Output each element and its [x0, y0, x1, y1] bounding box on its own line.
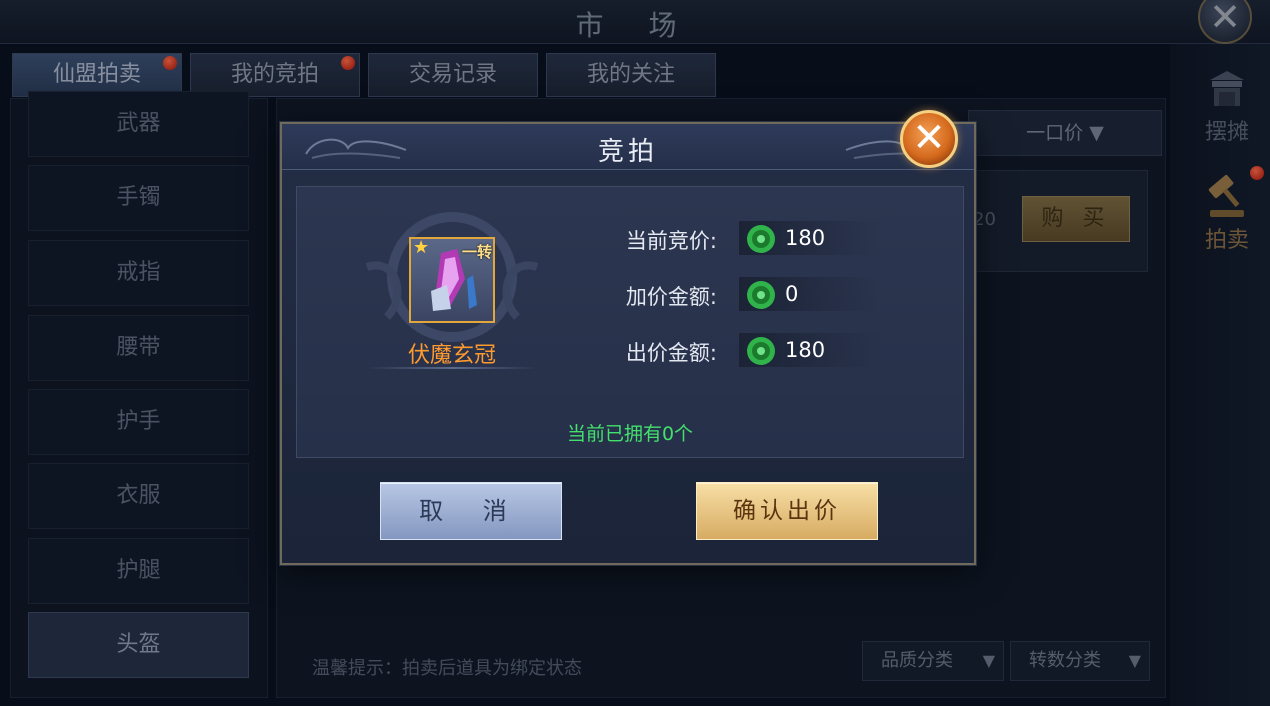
divider	[367, 367, 537, 369]
increment-value[interactable]: 0	[785, 282, 798, 306]
jade-coin-icon	[747, 281, 775, 309]
offer-value: 180	[785, 338, 826, 362]
current-bid-label: 当前竞价:	[625, 229, 717, 253]
dialog-body: ★ 一转 伏魔玄冠 当前竞价: 180 加价金额: 0 出价金额: 180 当前…	[296, 186, 964, 458]
close-icon: ✕	[912, 115, 946, 161]
dialog-header: 竞拍	[282, 124, 974, 170]
dialog-close-button[interactable]: ✕	[900, 110, 958, 168]
cancel-button[interactable]: 取 消	[380, 482, 562, 540]
item-icon-slot[interactable]: ★ 一转	[409, 237, 495, 323]
offer-label: 出价金额:	[625, 341, 717, 365]
jade-coin-icon	[747, 337, 775, 365]
bid-dialog: 竞拍 ★ 一转 伏魔玄冠 当前竞价: 180 加价金额: 0 出价金额: 180…	[280, 122, 976, 565]
helmet-icon	[431, 249, 477, 311]
item-name: 伏魔玄冠	[407, 343, 496, 368]
owned-count-text: 当前已拥有0个	[566, 423, 694, 445]
confirm-bid-button[interactable]: 确认出价	[696, 482, 878, 540]
increment-label: 加价金额:	[625, 285, 717, 309]
jade-coin-icon	[747, 225, 775, 253]
current-bid-value: 180	[785, 226, 826, 250]
